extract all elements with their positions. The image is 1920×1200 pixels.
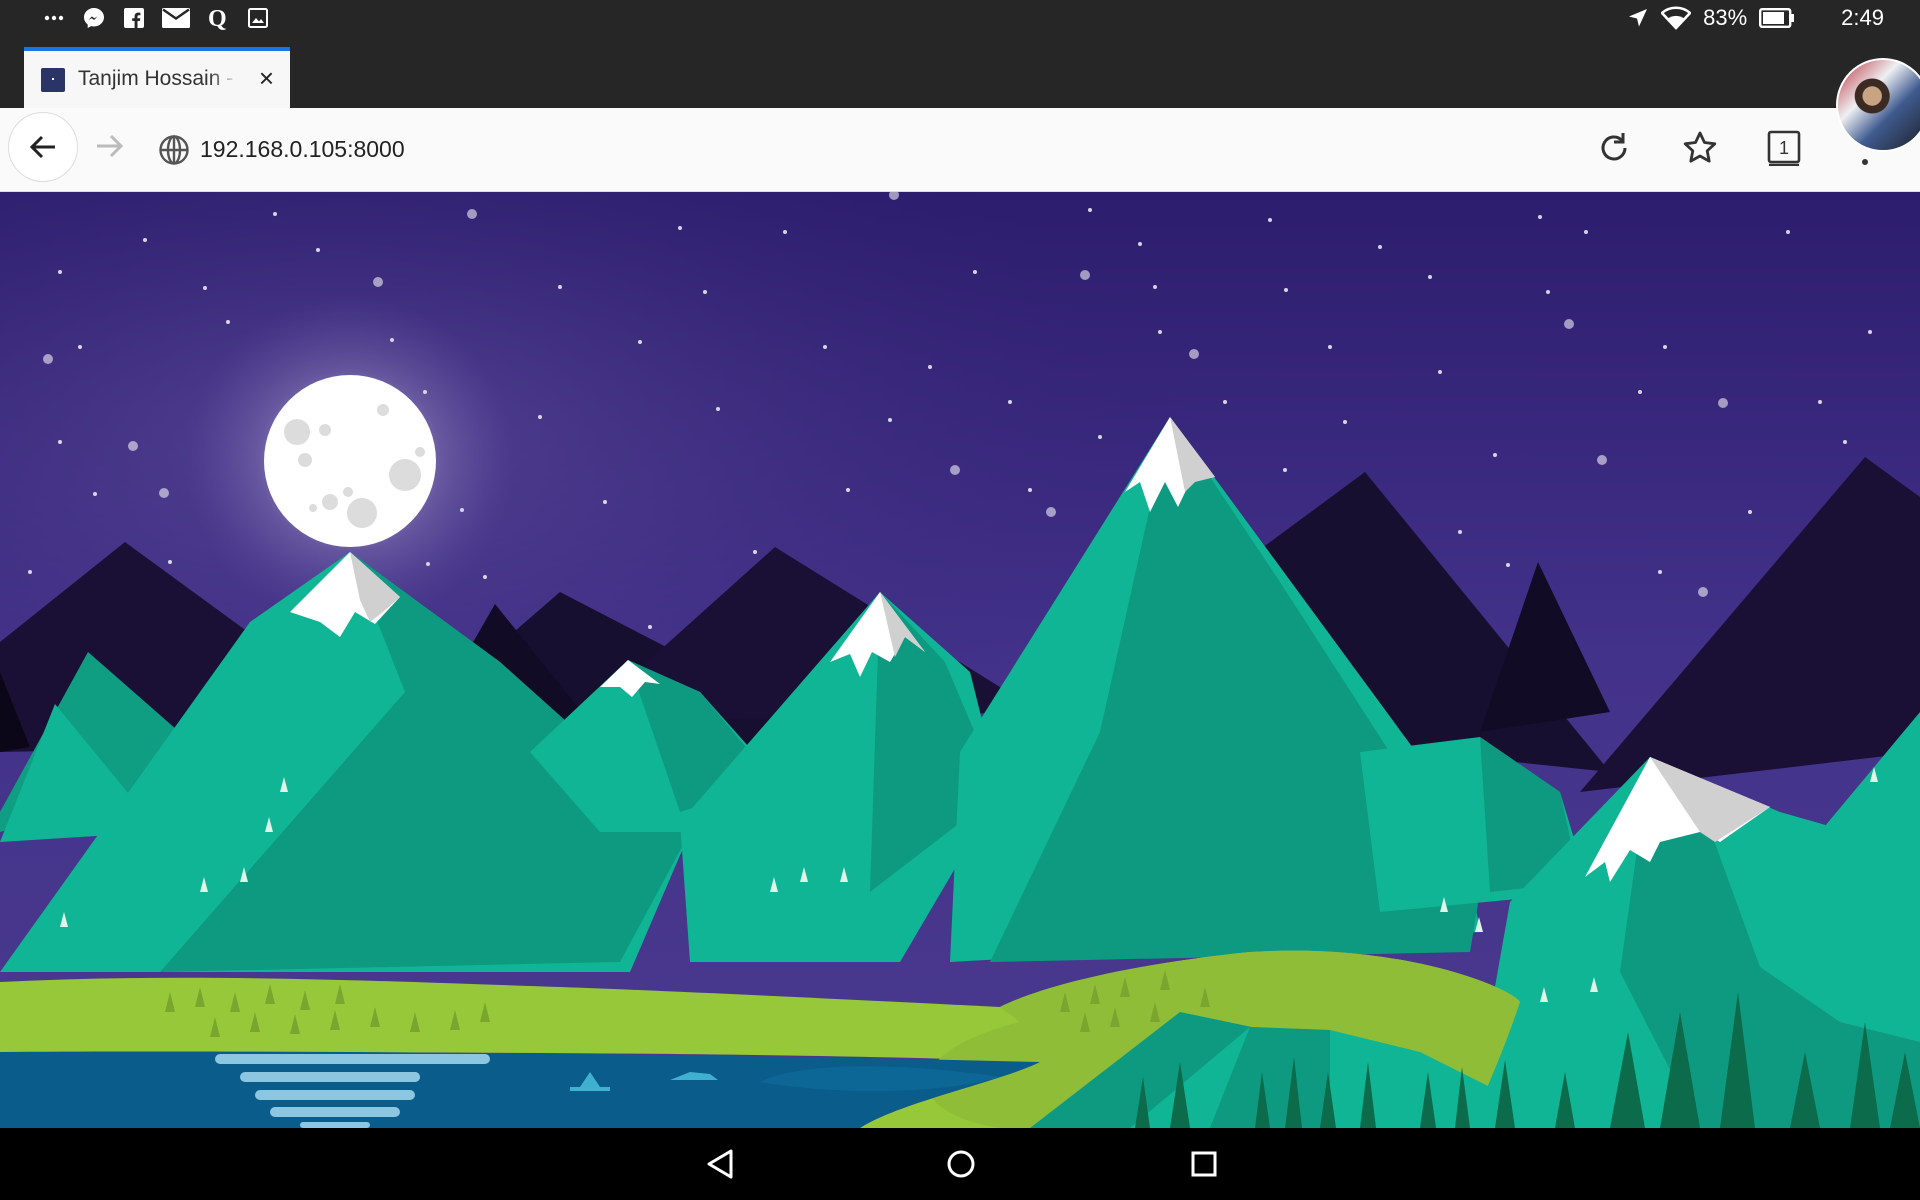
navigation-bar [0, 1128, 1920, 1200]
battery-percent: 83% [1703, 5, 1748, 30]
reload-button[interactable] [1596, 130, 1632, 166]
home-circle-icon[interactable] [945, 1148, 977, 1180]
quora-icon: Q [208, 6, 227, 30]
tab-close-button[interactable]: × [259, 65, 274, 91]
tab-count: 1 [1779, 138, 1789, 158]
battery-icon [1759, 8, 1795, 28]
browser-toolbar: 192.168.0.105:8000 1 [0, 108, 1920, 192]
wifi-icon [1661, 6, 1692, 30]
status-bar: Q 83% 2:49 [0, 0, 1920, 36]
profile-avatar[interactable] [1836, 58, 1920, 152]
messenger-icon [84, 8, 104, 28]
mail-icon [162, 8, 190, 28]
tab-strip: Tanjim Hossain - × [0, 36, 1920, 108]
back-triangle-icon[interactable] [704, 1148, 736, 1180]
menu-button[interactable] [1860, 148, 1870, 168]
notification-icons: Q [44, 0, 268, 36]
page-content [0, 192, 1920, 1128]
favicon-icon [41, 68, 65, 92]
system-icons: 83% 2:49 [1627, 0, 1884, 36]
location-icon [1629, 9, 1648, 27]
tab-title: Tanjim Hossain - [78, 67, 234, 90]
url-field[interactable]: 192.168.0.105:8000 [200, 136, 405, 163]
globe-icon [159, 135, 189, 165]
browser-tab[interactable]: Tanjim Hossain - × [24, 47, 290, 108]
mountain-landscape-illustration [0, 192, 1920, 1128]
back-button[interactable] [8, 112, 78, 182]
svg-text:Q: Q [208, 6, 227, 30]
forward-button[interactable] [92, 128, 128, 164]
clock: 2:49 [1841, 5, 1884, 30]
arrow-left-icon [29, 135, 55, 159]
facebook-icon [124, 8, 144, 28]
more-icon [44, 15, 64, 21]
bookmark-star-button[interactable] [1682, 130, 1718, 166]
recents-square-icon[interactable] [1188, 1148, 1220, 1180]
tab-switcher-button[interactable]: 1 [1766, 130, 1802, 166]
gallery-icon [248, 8, 268, 28]
